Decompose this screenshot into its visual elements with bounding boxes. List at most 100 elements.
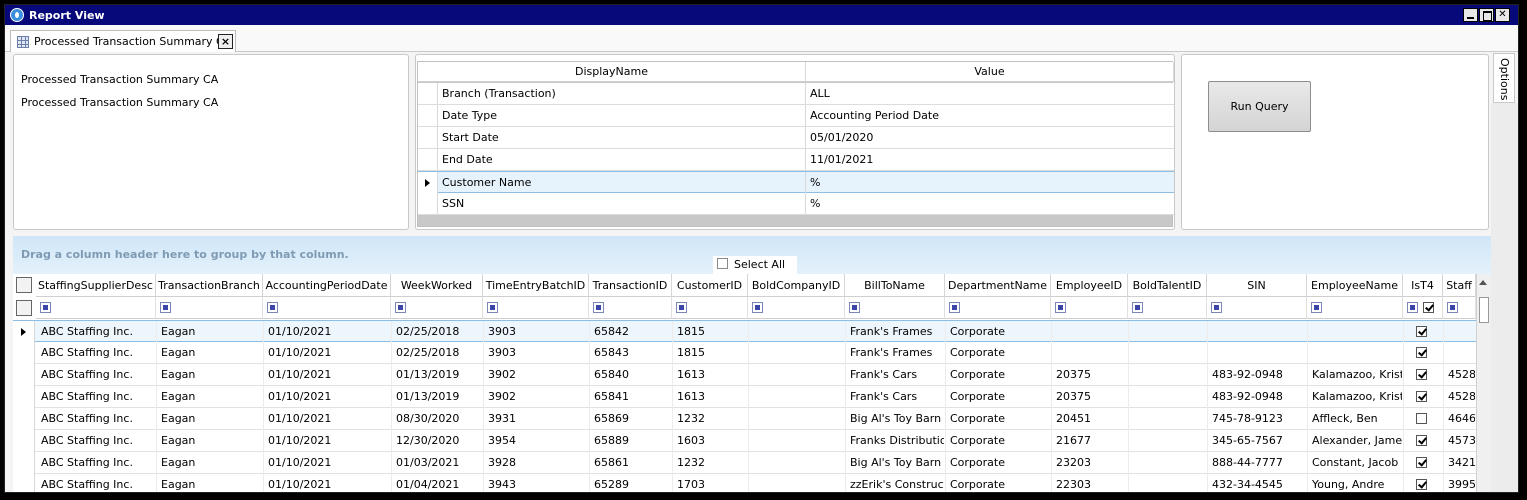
row-indicator[interactable] bbox=[13, 342, 35, 364]
col-header-staffing-supplier[interactable]: StaffingSupplierDesc bbox=[36, 274, 156, 297]
col-header-employee-name[interactable]: EmployeeName bbox=[1307, 274, 1403, 297]
filter-icon[interactable] bbox=[1311, 302, 1322, 313]
col-header-sin[interactable]: SIN bbox=[1207, 274, 1307, 297]
filter-cell-bold-company-id[interactable] bbox=[748, 297, 845, 319]
param-row[interactable]: End Date 11/01/2021 bbox=[418, 149, 1174, 171]
filter-icon[interactable] bbox=[752, 302, 763, 313]
row-indicator[interactable] bbox=[13, 321, 35, 343]
filter-icon[interactable] bbox=[160, 302, 171, 313]
table-row[interactable]: ABC Staffing Inc. Eagan 01/10/2021 01/03/20… bbox=[13, 452, 1477, 474]
filter-icon[interactable] bbox=[1407, 302, 1418, 313]
filter-cell-bill-to-name[interactable] bbox=[845, 297, 945, 319]
filter-cell-employee-id[interactable] bbox=[1051, 297, 1128, 319]
filter-checkbox[interactable] bbox=[1423, 302, 1434, 313]
is-t4-checkbox[interactable] bbox=[1416, 435, 1427, 446]
maximize-button[interactable] bbox=[1479, 8, 1494, 22]
clear-filter-icon[interactable] bbox=[16, 300, 32, 316]
filter-icon[interactable] bbox=[40, 302, 51, 313]
group-by-area[interactable]: Drag a column header here to group by th… bbox=[13, 236, 1491, 274]
filter-icon[interactable] bbox=[487, 302, 498, 313]
col-header-accounting-period-date[interactable]: AccountingPeriodDate bbox=[263, 274, 391, 297]
filter-icon[interactable] bbox=[267, 302, 278, 313]
scroll-thumb[interactable] bbox=[1479, 297, 1489, 323]
minimize-button[interactable] bbox=[1463, 8, 1478, 22]
filter-cell-transaction-branch[interactable] bbox=[156, 297, 263, 319]
filter-icon[interactable] bbox=[1211, 302, 1222, 313]
filter-icon[interactable] bbox=[849, 302, 860, 313]
close-tab-button[interactable]: × bbox=[218, 34, 233, 49]
table-row[interactable]: ABC Staffing Inc. Eagan 01/10/2021 01/04/20… bbox=[13, 474, 1477, 492]
filter-icon[interactable] bbox=[949, 302, 960, 313]
filter-cell-staffing-supplier[interactable] bbox=[36, 297, 156, 319]
filter-cell-is-t4[interactable] bbox=[1403, 297, 1443, 319]
run-query-button[interactable]: Run Query bbox=[1208, 81, 1311, 132]
col-header-week-worked[interactable]: WeekWorked bbox=[391, 274, 483, 297]
is-t4-checkbox[interactable] bbox=[1416, 369, 1427, 380]
row-indicator[interactable] bbox=[13, 452, 35, 474]
col-header-customer-id[interactable]: CustomerID bbox=[672, 274, 748, 297]
col-header-employee-id[interactable]: EmployeeID bbox=[1051, 274, 1128, 297]
param-header-value[interactable]: Value bbox=[806, 62, 1174, 82]
vertical-scrollbar[interactable] bbox=[1476, 274, 1491, 492]
col-header-time-entry-batch-id[interactable]: TimeEntryBatchID bbox=[483, 274, 589, 297]
scroll-up-icon[interactable] bbox=[1479, 280, 1487, 285]
filter-icon[interactable] bbox=[593, 302, 604, 313]
filter-cell-bold-talent-id[interactable] bbox=[1128, 297, 1207, 319]
filter-cell-staff[interactable] bbox=[1443, 297, 1476, 319]
filter-icon[interactable] bbox=[1055, 302, 1066, 313]
is-t4-checkbox[interactable] bbox=[1416, 347, 1427, 358]
is-t4-checkbox[interactable] bbox=[1416, 326, 1427, 337]
row-indicator[interactable] bbox=[13, 430, 35, 452]
filter-icon[interactable] bbox=[1447, 302, 1458, 313]
filter-icon[interactable] bbox=[395, 302, 406, 313]
filter-cell-week-worked[interactable] bbox=[391, 297, 483, 319]
filter-cell-customer-id[interactable] bbox=[672, 297, 748, 319]
tab-processed-transaction-summary[interactable]: Processed Transaction Summary CA × bbox=[10, 30, 236, 52]
filter-cell-time-entry-batch-id[interactable] bbox=[483, 297, 589, 319]
filter-icon[interactable] bbox=[676, 302, 687, 313]
table-row[interactable]: ABC Staffing Inc. Eagan 01/10/2021 01/13/20… bbox=[13, 386, 1477, 408]
param-value[interactable]: 05/01/2020 bbox=[810, 131, 873, 144]
param-header-displayname[interactable]: DisplayName bbox=[418, 62, 806, 82]
filter-cell-sin[interactable] bbox=[1207, 297, 1307, 319]
table-row[interactable]: ABC Staffing Inc. Eagan 01/10/2021 01/13/20… bbox=[13, 364, 1477, 386]
row-indicator[interactable] bbox=[13, 408, 35, 430]
options-side-tab[interactable]: Options bbox=[1493, 53, 1515, 103]
table-row[interactable]: ABC Staffing Inc. Eagan 01/10/2021 08/30/20… bbox=[13, 408, 1477, 430]
param-row[interactable]: Start Date 05/01/2020 bbox=[418, 127, 1174, 149]
column-chooser-icon[interactable] bbox=[16, 277, 32, 293]
param-row[interactable]: SSN% bbox=[418, 193, 1174, 215]
filter-cell-department-name[interactable] bbox=[945, 297, 1051, 319]
filter-cell-accounting-period-date[interactable] bbox=[263, 297, 391, 319]
table-row[interactable]: ABC Staffing Inc. Eagan 01/10/2021 02/25/20… bbox=[13, 342, 1477, 364]
is-t4-checkbox[interactable] bbox=[1416, 391, 1427, 402]
param-value[interactable]: % bbox=[810, 197, 820, 210]
filter-cell-transaction-id[interactable] bbox=[589, 297, 672, 319]
select-all-checkbox[interactable] bbox=[717, 258, 728, 269]
is-t4-checkbox[interactable] bbox=[1416, 413, 1427, 424]
close-window-button[interactable]: ✕ bbox=[1495, 8, 1510, 22]
filter-cell-employee-name[interactable] bbox=[1307, 297, 1403, 319]
col-header-department-name[interactable]: DepartmentName bbox=[945, 274, 1051, 297]
table-row[interactable]: ABC Staffing Inc. Eagan 01/10/2021 12/30/20… bbox=[13, 430, 1477, 452]
select-all-toggle[interactable]: Select All bbox=[713, 256, 797, 274]
param-value[interactable]: % bbox=[810, 176, 820, 189]
param-row[interactable]: Customer Name% bbox=[418, 171, 1174, 193]
row-indicator[interactable] bbox=[13, 474, 35, 492]
table-row[interactable]: ABC Staffing Inc. Eagan 01/10/2021 02/25/20… bbox=[13, 320, 1477, 343]
row-indicator[interactable] bbox=[13, 364, 35, 386]
col-header-transaction-id[interactable]: TransactionID bbox=[589, 274, 672, 297]
filter-icon[interactable] bbox=[1132, 302, 1143, 313]
col-header-is-t4[interactable]: IsT4 bbox=[1403, 274, 1443, 297]
row-indicator[interactable] bbox=[13, 386, 35, 408]
param-row[interactable]: Date Type Accounting Period Date bbox=[418, 105, 1174, 127]
col-header-bold-talent-id[interactable]: BoldTalentID bbox=[1128, 274, 1207, 297]
param-value[interactable]: ALL bbox=[810, 87, 830, 100]
col-header-staff[interactable]: Staff bbox=[1443, 274, 1476, 297]
col-header-bold-company-id[interactable]: BoldCompanyID bbox=[748, 274, 845, 297]
param-value[interactable]: 11/01/2021 bbox=[810, 153, 873, 166]
is-t4-checkbox[interactable] bbox=[1416, 457, 1427, 468]
param-row[interactable]: Branch (Transaction) ALL bbox=[418, 83, 1174, 105]
col-header-bill-to-name[interactable]: BillToName bbox=[845, 274, 945, 297]
param-value[interactable]: Accounting Period Date bbox=[810, 109, 939, 122]
